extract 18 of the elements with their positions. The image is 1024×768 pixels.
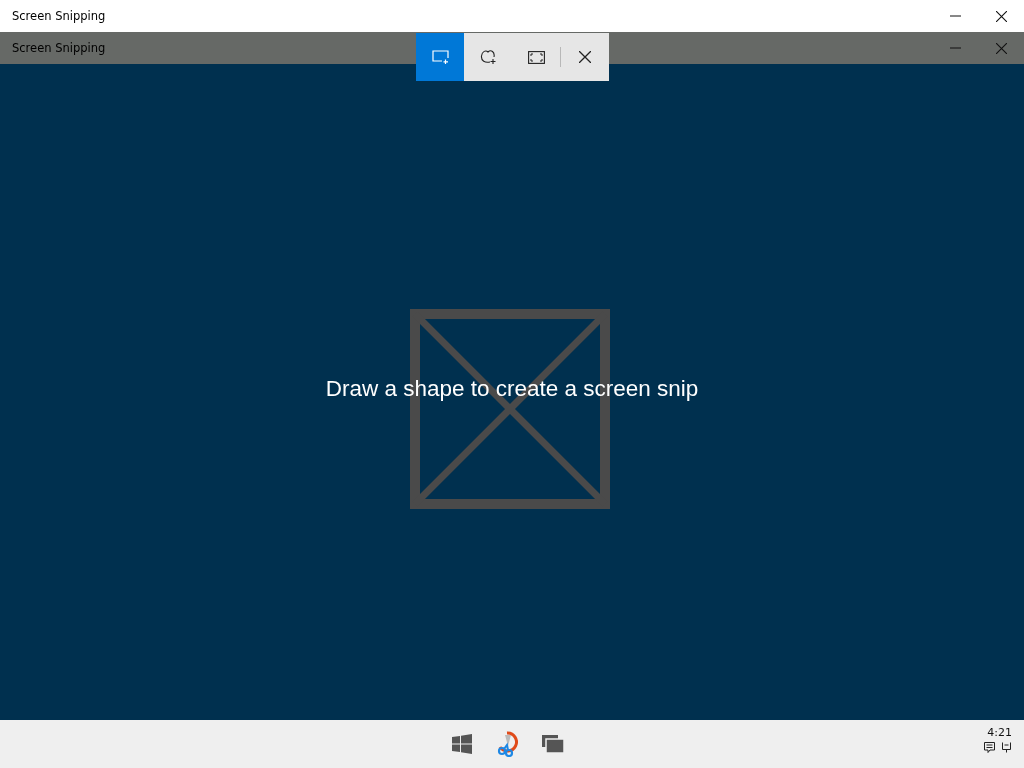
- rectangle-mode-button[interactable]: [416, 33, 464, 81]
- keyboard-icon[interactable]: [1001, 742, 1012, 753]
- fullscreen-snip-icon: [527, 50, 545, 64]
- snip-canvas[interactable]: Draw a shape to create a screen snip: [0, 64, 1024, 720]
- scissors-app-icon[interactable]: [496, 731, 518, 757]
- close-icon[interactable]: [995, 10, 1007, 22]
- notification-icon[interactable]: [984, 742, 995, 753]
- clock-time[interactable]: 4:21: [987, 726, 1012, 739]
- minimize-icon[interactable]: [949, 47, 961, 49]
- freeform-snip-icon: [479, 49, 497, 65]
- window-title: Screen Snipping: [11, 9, 107, 23]
- close-icon: [579, 51, 591, 63]
- window-title: Screen Snipping: [11, 41, 107, 55]
- instruction-text: Draw a shape to create a screen snip: [325, 376, 699, 402]
- windows-start-icon[interactable]: [452, 734, 472, 754]
- minimize-icon[interactable]: [949, 15, 961, 17]
- task-view-icon[interactable]: [542, 735, 564, 753]
- rectangle-snip-icon: [431, 50, 449, 64]
